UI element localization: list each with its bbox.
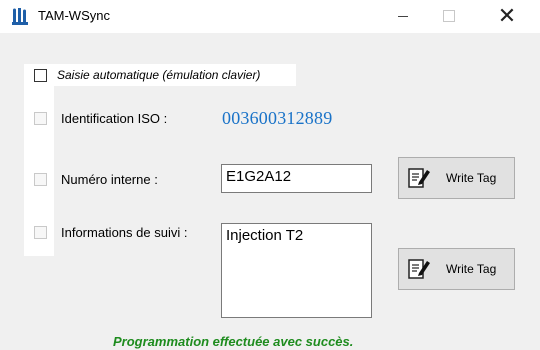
iso-checkbox[interactable]: [34, 112, 47, 125]
write-tag-label-1: Write Tag: [446, 171, 497, 185]
tracking-label: Informations de suivi :: [61, 225, 188, 240]
internal-number-checkbox[interactable]: [34, 173, 47, 186]
write-tag-button-2[interactable]: Write Tag: [398, 248, 515, 290]
edit-document-icon: [408, 259, 430, 279]
iso-value: 003600312889: [222, 108, 333, 128]
edit-document-icon: [408, 168, 430, 188]
status-message: Programmation effectuée avec succès.: [113, 334, 354, 349]
maximize-button[interactable]: [426, 0, 472, 32]
window-title: TAM-WSync: [38, 8, 110, 23]
write-tag-button-1[interactable]: Write Tag: [398, 157, 515, 199]
internal-number-value: E1G2A12: [226, 168, 292, 185]
write-tag-label-2: Write Tag: [446, 262, 497, 276]
close-icon: ✕: [497, 3, 517, 28]
internal-number-input[interactable]: E1G2A12: [221, 164, 372, 193]
iso-label: Identification ISO :: [61, 111, 168, 126]
app-window: TAM-WSync ✕ Saisie automatique (émulatio…: [0, 0, 540, 350]
close-button[interactable]: ✕: [484, 0, 530, 32]
app-logo-icon: [12, 8, 28, 25]
tracking-value: Injection T2: [226, 227, 304, 244]
title-bar[interactable]: TAM-WSync ✕: [0, 0, 540, 33]
auto-input-label[interactable]: Saisie automatique (émulation clavier): [57, 68, 260, 82]
internal-number-label: Numéro interne :: [61, 172, 158, 187]
tracking-checkbox[interactable]: [34, 226, 47, 239]
minimize-icon: [398, 15, 408, 17]
auto-input-checkbox[interactable]: [34, 69, 47, 82]
maximize-icon: [443, 10, 455, 22]
tracking-textarea[interactable]: Injection T2: [221, 223, 372, 318]
minimize-button[interactable]: [380, 0, 426, 32]
